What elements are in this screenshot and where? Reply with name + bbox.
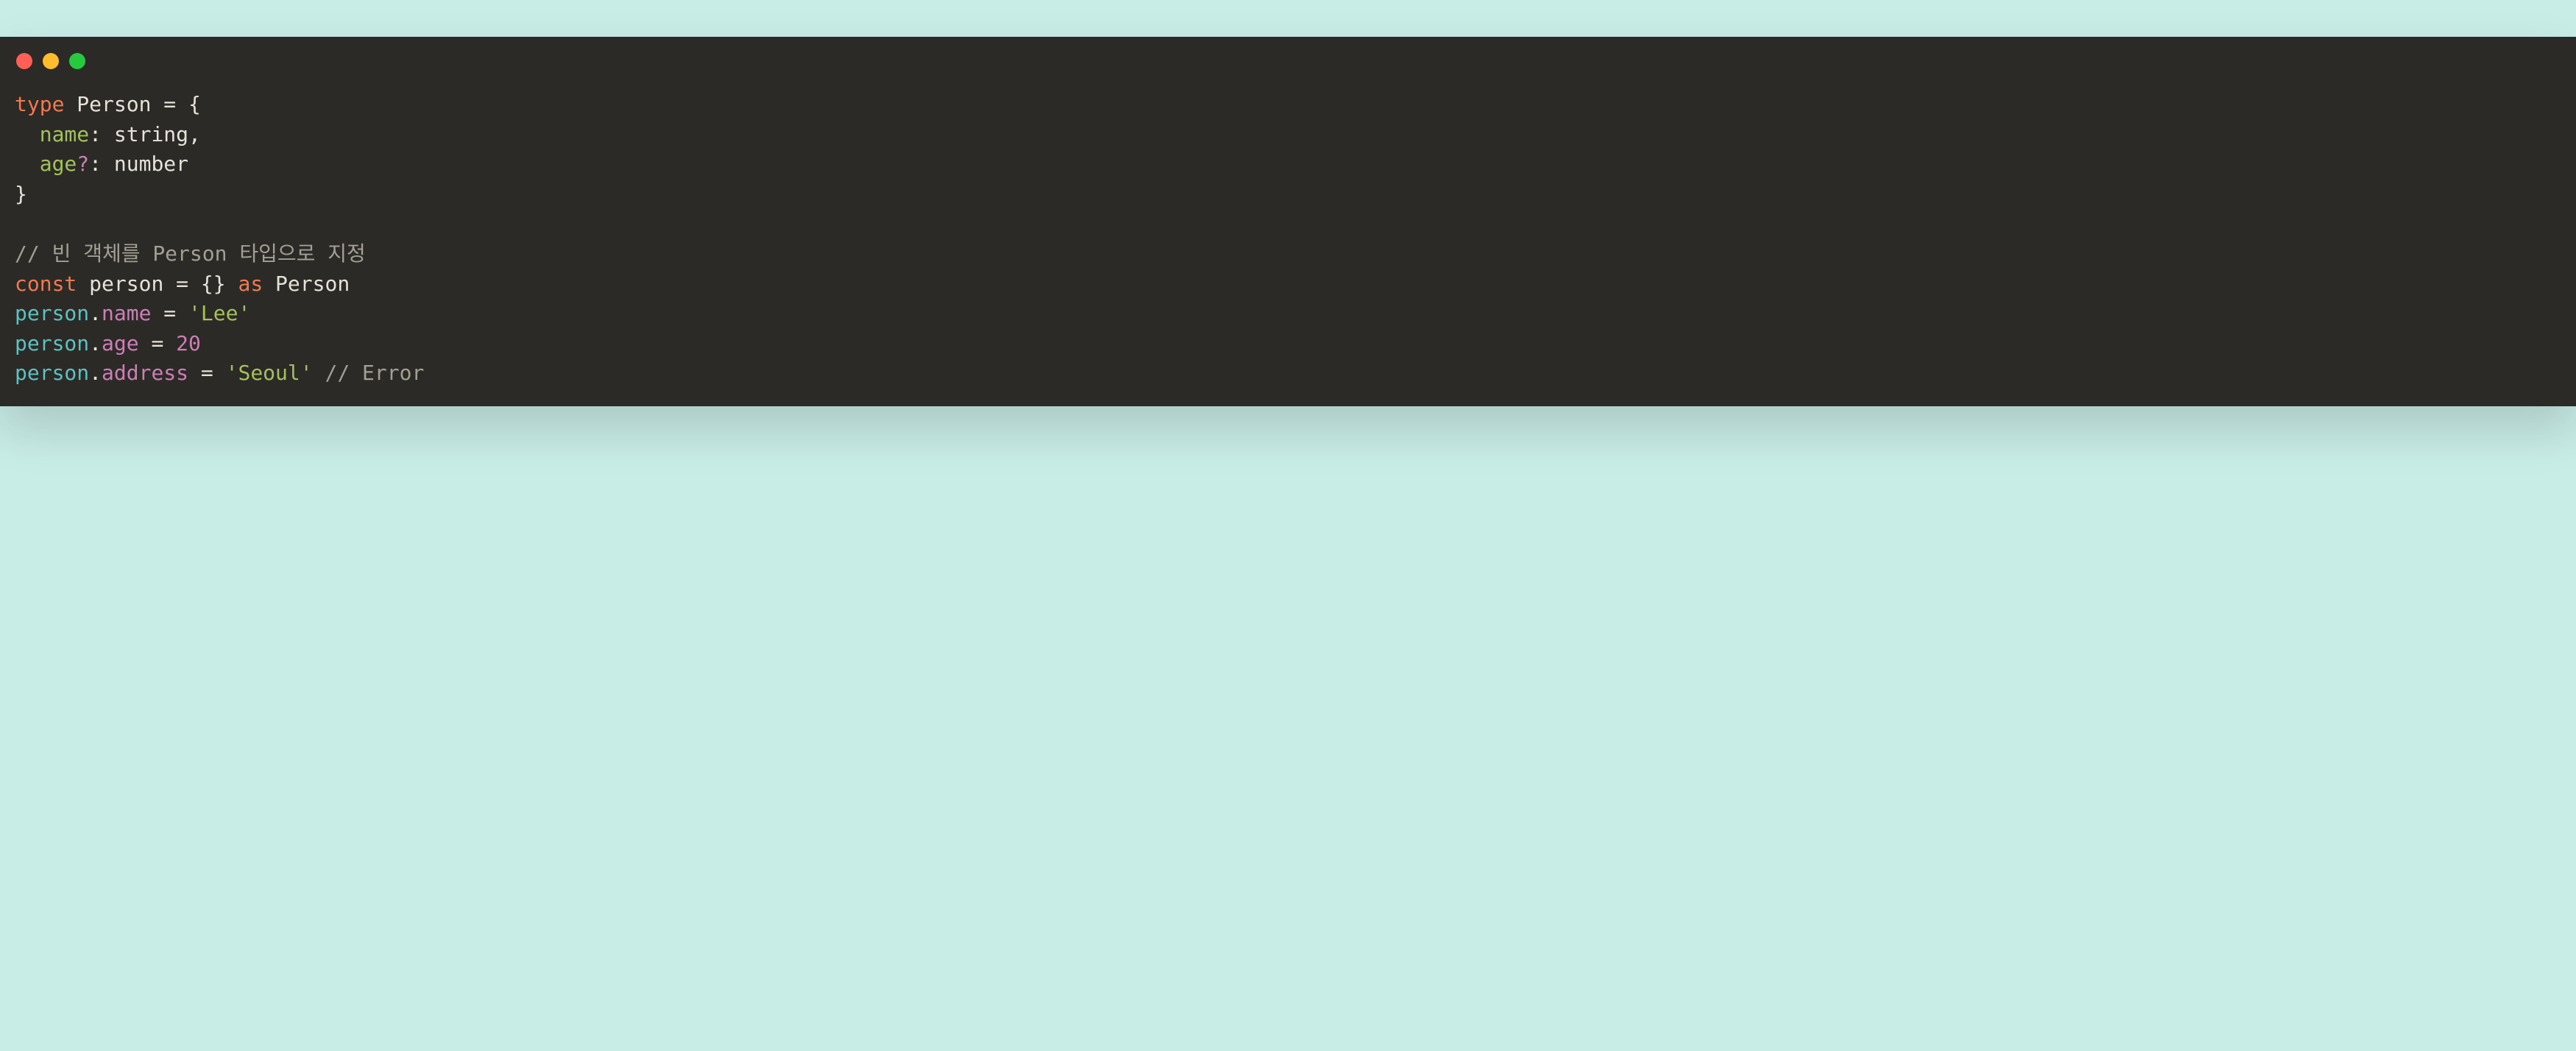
window-close-icon — [16, 53, 32, 69]
code-line: // 빈 객체를 Person 타입으로 지정 — [15, 241, 366, 266]
obj-person: person — [15, 301, 89, 325]
code-line: } — [15, 182, 27, 206]
comment-error: // Error — [325, 361, 424, 385]
string-literal: 'Seoul' — [226, 361, 313, 385]
colon: : — [89, 152, 114, 176]
code-line: age?: number — [15, 152, 188, 176]
type-number: number — [114, 152, 188, 176]
member-name: name — [102, 301, 151, 325]
number-literal: 20 — [176, 331, 201, 355]
equals: = — [139, 331, 177, 355]
var-person: person — [89, 272, 163, 296]
obj-person: person — [15, 361, 89, 385]
member-age: age — [102, 331, 139, 355]
keyword-as: as — [238, 272, 263, 296]
dot: . — [89, 361, 102, 385]
code-line: const person = {} as Person — [15, 272, 350, 296]
code-line: person.age = 20 — [15, 331, 201, 355]
brace-close: } — [15, 182, 27, 206]
window-zoom-icon — [69, 53, 85, 69]
equals: = — [163, 272, 201, 296]
type-name: Person — [77, 92, 151, 116]
space — [313, 361, 325, 385]
space — [263, 272, 275, 296]
space — [77, 272, 89, 296]
colon: : — [89, 122, 114, 146]
prop-name: name — [40, 122, 89, 146]
comma: , — [188, 122, 201, 146]
window-titlebar — [0, 37, 2576, 77]
type-ref: Person — [275, 272, 350, 296]
code-line: person.name = 'Lee' — [15, 301, 250, 325]
dot: . — [89, 301, 102, 325]
optional-mark: ? — [77, 152, 89, 176]
indent — [15, 152, 40, 176]
type-string: string — [114, 122, 188, 146]
space — [226, 272, 238, 296]
string-literal: 'Lee' — [188, 301, 250, 325]
equals: = — [151, 301, 188, 325]
obj-person: person — [15, 331, 89, 355]
punct: = — [151, 92, 188, 116]
empty-object: {} — [201, 272, 226, 296]
keyword-const: const — [15, 272, 77, 296]
code-window: type Person = { name: string, age?: numb… — [0, 37, 2576, 406]
indent — [15, 122, 40, 146]
code-line: person.address = 'Seoul' // Error — [15, 361, 424, 385]
dot: . — [89, 331, 102, 355]
comment: // 빈 객체를 Person 타입으로 지정 — [15, 241, 366, 266]
code-block: type Person = { name: string, age?: numb… — [0, 77, 2576, 406]
member-address: address — [102, 361, 188, 385]
equals: = — [188, 361, 226, 385]
keyword-type: type — [15, 92, 64, 116]
brace-open: { — [188, 92, 201, 116]
window-minimize-icon — [43, 53, 59, 69]
code-line: type Person = { — [15, 92, 201, 116]
prop-age: age — [40, 152, 77, 176]
code-line: name: string, — [15, 122, 201, 146]
